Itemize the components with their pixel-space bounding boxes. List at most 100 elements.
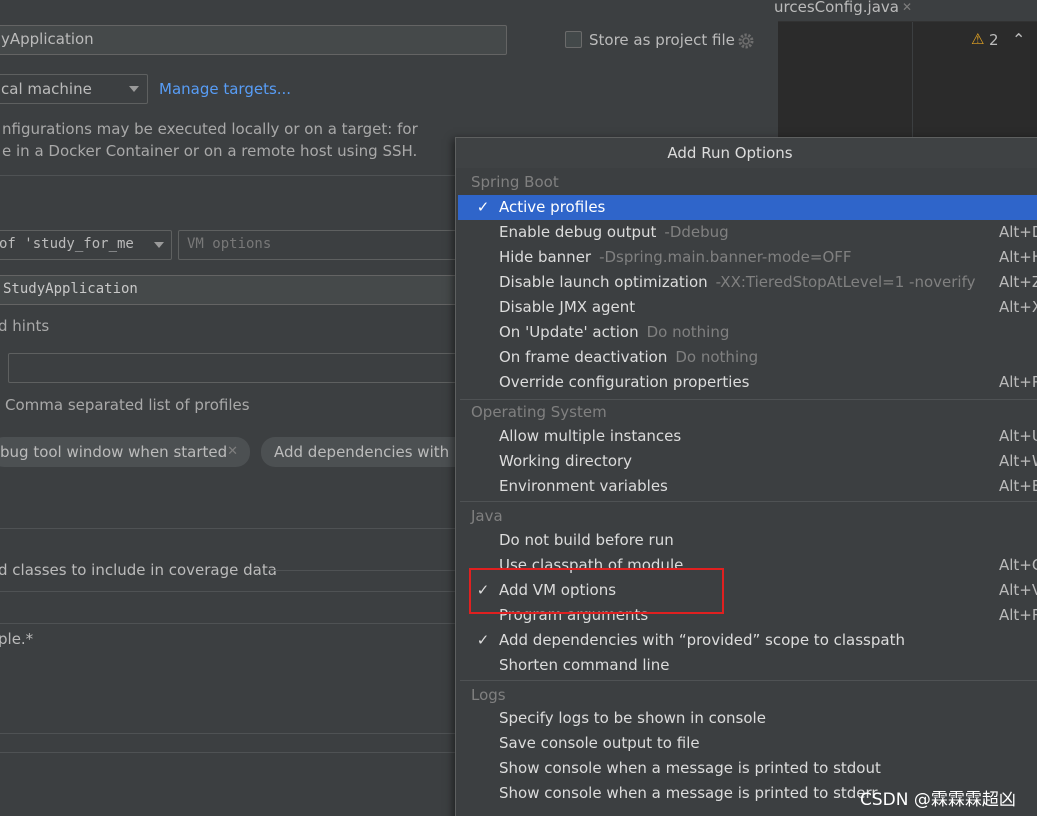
- run-option-text: Disable launch optimization -XX:TieredSto…: [499, 270, 975, 295]
- run-option-item[interactable]: Environment variables Alt+E: [458, 474, 1037, 499]
- coverage-label: d classes to include in coverage data: [0, 561, 277, 579]
- chip-debug-tool-window[interactable]: bug tool window when started ✕: [0, 437, 250, 467]
- run-option-shortcut: Alt+D: [999, 223, 1037, 241]
- run-option-item[interactable]: Disable JMX agent Alt+X: [458, 295, 1037, 320]
- table-border: [0, 733, 456, 734]
- table-border: [0, 752, 456, 753]
- run-option-label: Show console when a message is printed t…: [499, 784, 878, 802]
- run-option-hint: -Ddebug: [664, 223, 729, 241]
- run-option-label: On 'Update' action: [499, 323, 639, 341]
- warning-icon[interactable]: ⚠: [971, 30, 984, 48]
- run-option-text: Add dependencies with “provided” scope t…: [499, 628, 905, 653]
- editor-tab-bar: urcesConfig.java ✕: [774, 0, 1037, 22]
- run-option-item[interactable]: Allow multiple instances Alt+U: [458, 424, 1037, 449]
- jre-value: of 'study_for_me: [0, 236, 134, 252]
- run-option-text: Allow multiple instances: [499, 424, 681, 449]
- run-option-item[interactable]: Enable debug output -Ddebug Alt+D: [458, 220, 1037, 245]
- store-as-project-checkbox[interactable]: [565, 31, 582, 48]
- run-option-hint: Do nothing: [675, 348, 759, 366]
- chevron-down-icon: [154, 242, 164, 248]
- gear-icon[interactable]: [737, 32, 755, 50]
- run-option-label: Shorten command line: [499, 656, 670, 674]
- store-as-project-label[interactable]: Store as project file: [589, 31, 735, 49]
- run-on-value: cal machine: [1, 80, 92, 98]
- warning-count[interactable]: 2: [989, 31, 999, 49]
- run-option-item[interactable]: Do not build before run: [458, 528, 1037, 553]
- check-icon: ✓: [476, 198, 490, 216]
- jre-dropdown[interactable]: of 'study_for_me: [0, 230, 172, 260]
- run-option-label: Active profiles: [499, 198, 606, 216]
- group-header: Java: [471, 507, 503, 525]
- run-option-label: Override configuration properties: [499, 373, 750, 391]
- run-option-item[interactable]: Working directory Alt+W: [458, 449, 1037, 474]
- group-header: Operating System: [471, 403, 607, 421]
- run-option-item[interactable]: On 'Update' action Do nothing: [458, 320, 1037, 345]
- active-profiles-field[interactable]: [8, 353, 468, 383]
- run-option-label: Disable launch optimization: [499, 273, 708, 291]
- tab-close-icon[interactable]: ✕: [902, 0, 912, 14]
- run-option-label: Enable debug output: [499, 223, 657, 241]
- run-option-label: Specify logs to be shown in console: [499, 709, 766, 727]
- chevron-up-icon[interactable]: ⌃: [1012, 30, 1025, 49]
- run-option-text: Shorten command line: [499, 653, 669, 678]
- run-option-label: Disable JMX agent: [499, 298, 636, 316]
- run-option-text: On 'Update' action Do nothing: [499, 320, 729, 345]
- section-divider: [0, 175, 456, 176]
- run-option-shortcut: Alt+P: [999, 373, 1037, 391]
- run-option-label: Save console output to file: [499, 734, 700, 752]
- name-field[interactable]: yApplication: [0, 25, 507, 55]
- group-header: Spring Boot: [471, 173, 559, 191]
- run-option-item[interactable]: Shorten command line: [458, 653, 1037, 678]
- run-option-label: On frame deactivation: [499, 348, 668, 366]
- popup-title: Add Run Options: [456, 138, 1037, 168]
- chip-debug-tool-window-label: bug tool window when started: [0, 443, 228, 461]
- run-option-item[interactable]: Disable launch optimization -XX:TieredSto…: [458, 270, 1037, 295]
- add-run-options-popup: Add Run Options Spring Boot ✓ Active profi…: [455, 137, 1037, 816]
- run-option-text: Hide banner -Dspring.main.banner-mode=OFF: [499, 245, 852, 270]
- run-on-help-line1: nfigurations may be executed locally or …: [2, 120, 418, 138]
- run-option-text: Disable JMX agent: [499, 295, 635, 320]
- run-option-item[interactable]: Save console output to file: [458, 731, 1037, 756]
- run-option-shortcut: Alt+W: [999, 452, 1037, 470]
- table-border: [0, 623, 456, 624]
- run-option-text: Environment variables: [499, 474, 668, 499]
- vm-options-field[interactable]: VM options: [178, 230, 468, 260]
- run-on-dropdown[interactable]: cal machine: [0, 74, 148, 104]
- editor-tab[interactable]: urcesConfig.java: [774, 0, 899, 16]
- run-option-item[interactable]: Override configuration properties Alt+P: [458, 370, 1037, 395]
- run-option-text: On frame deactivation Do nothing: [499, 345, 758, 370]
- run-option-item[interactable]: On frame deactivation Do nothing: [458, 345, 1037, 370]
- main-class-field[interactable]: StudyApplication: [0, 275, 468, 305]
- run-option-label: Environment variables: [499, 477, 668, 495]
- run-option-item[interactable]: ✓ Active profiles: [458, 195, 1037, 220]
- run-option-hint: -XX:TieredStopAtLevel=1 -noverify: [715, 273, 976, 291]
- run-option-item[interactable]: ✓ Add dependencies with “provided” scope …: [458, 628, 1037, 653]
- run-option-text: Show console when a message is printed t…: [499, 781, 878, 806]
- run-option-text: Override configuration properties: [499, 370, 749, 395]
- group-separator: [460, 680, 1037, 681]
- run-option-text: Enable debug output -Ddebug: [499, 220, 729, 245]
- chevron-down-icon: [129, 86, 139, 92]
- run-option-hint: -Dspring.main.banner-mode=OFF: [599, 248, 852, 266]
- run-option-text: Active profiles: [499, 195, 605, 220]
- group-header: Logs: [471, 686, 506, 704]
- coverage-pattern[interactable]: ple.*: [0, 630, 33, 648]
- name-field-value: yApplication: [1, 30, 94, 48]
- run-option-text: Specify logs to be shown in console: [499, 706, 766, 731]
- chip-add-dependencies[interactable]: Add dependencies with “: [261, 437, 471, 467]
- run-option-shortcut: Alt+R: [999, 606, 1037, 624]
- run-option-shortcut: Alt+U: [999, 427, 1037, 445]
- run-option-label: Show console when a message is printed t…: [499, 759, 881, 777]
- hints-label: d hints: [0, 317, 50, 335]
- run-option-item[interactable]: Show console when a message is printed t…: [458, 756, 1037, 781]
- run-option-item[interactable]: Specify logs to be shown in console: [458, 706, 1037, 731]
- watermark: CSDN @霖霖霖超凶: [860, 790, 1016, 810]
- run-option-item[interactable]: Hide banner -Dspring.main.banner-mode=OFF…: [458, 245, 1037, 270]
- close-icon[interactable]: ✕: [227, 437, 238, 467]
- manage-targets-link[interactable]: Manage targets...: [159, 80, 291, 98]
- run-option-shortcut: Alt+V: [999, 581, 1037, 599]
- run-option-shortcut: Alt+E: [999, 477, 1037, 495]
- section-divider: [0, 528, 456, 529]
- run-option-text: Show console when a message is printed t…: [499, 756, 881, 781]
- run-option-label: Add dependencies with “provided” scope t…: [499, 631, 905, 649]
